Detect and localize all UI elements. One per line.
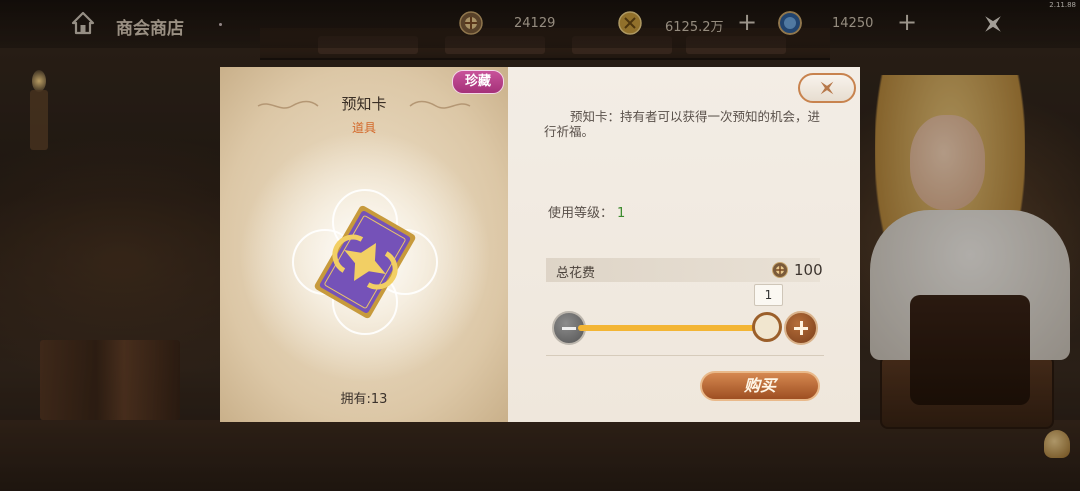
foresight-card-icon — [292, 189, 438, 335]
level-value: 1 — [617, 206, 626, 221]
increase-quantity-button[interactable] — [784, 311, 818, 345]
quantity-slider-handle[interactable] — [752, 312, 782, 342]
buy-button[interactable]: 购买 — [700, 371, 820, 401]
quantity-tooltip: 1 — [754, 284, 783, 306]
item-name: 预知卡 — [341, 95, 387, 113]
quantity-slider[interactable] — [578, 325, 766, 331]
total-cost-row: 总花费 100 — [546, 258, 823, 282]
close-dialog-button[interactable] — [798, 73, 856, 103]
total-cost-label: 总花费 — [556, 266, 596, 281]
close-icon — [820, 81, 834, 95]
total-cost-value: 100 — [794, 261, 823, 279]
guild-coin-icon — [772, 262, 788, 278]
owned-count: 拥有:13 — [340, 392, 388, 407]
item-detail-panel: 预知卡：持有者可以获得一次预知的机会，进行祈福。 使用等级： 1 总花费 100 … — [508, 67, 860, 422]
item-type: 道具 — [351, 121, 376, 135]
divider — [546, 355, 824, 356]
item-preview-panel: 珍藏 预知卡 道具 拥有:13 — [220, 67, 509, 422]
purchase-dialog: 珍藏 预知卡 道具 拥有:13 预知卡：持有者可以获得一次预知的机会，进行祈福。… — [220, 67, 860, 422]
level-requirement: 使用等级： 1 — [548, 202, 625, 221]
level-label: 使用等级： — [548, 206, 614, 221]
item-description: 预知卡：持有者可以获得一次预知的机会，进行祈福。 — [544, 109, 821, 139]
rarity-badge: 珍藏 — [452, 70, 504, 94]
